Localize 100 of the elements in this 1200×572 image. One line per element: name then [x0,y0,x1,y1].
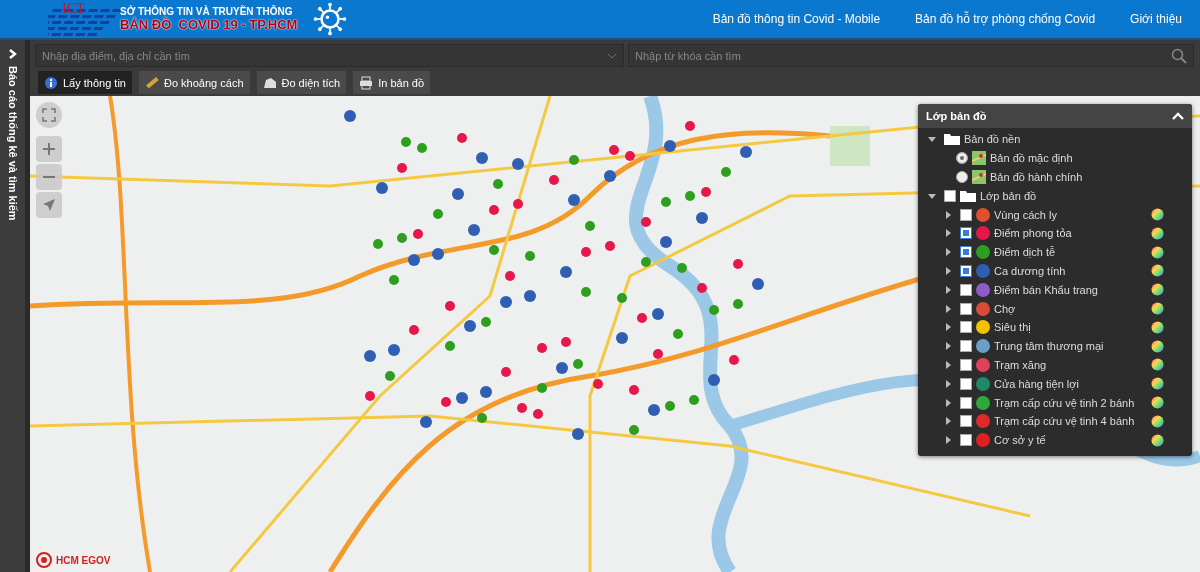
epidemic-marker-icon[interactable] [569,155,579,165]
lockdown-marker-icon[interactable] [549,175,559,185]
lockdown-marker-icon[interactable] [653,349,663,359]
epidemic-marker-icon[interactable] [641,257,651,267]
locate-button[interactable] [36,192,62,218]
toolbar-button[interactable]: In bản đồ [353,71,431,94]
epidemic-marker-icon[interactable] [433,209,443,219]
color-wheel-icon[interactable] [1151,377,1164,391]
positive-case-marker-icon[interactable] [664,140,676,152]
expand-toggle-icon[interactable] [944,266,952,275]
nav-link[interactable]: Bản đồ thông tin Covid - Mobile [712,12,881,26]
checkbox[interactable] [960,208,972,221]
positive-case-marker-icon[interactable] [480,386,492,398]
positive-case-marker-icon[interactable] [708,374,720,386]
checkbox[interactable] [960,377,972,390]
color-wheel-icon[interactable] [1151,208,1164,222]
checkbox[interactable] [960,358,972,371]
epidemic-marker-icon[interactable] [661,197,671,207]
color-wheel-icon[interactable] [1151,302,1164,316]
lockdown-marker-icon[interactable] [513,199,523,209]
positive-case-marker-icon[interactable] [408,254,420,266]
zoom-in-button[interactable] [36,136,62,162]
positive-case-marker-icon[interactable] [616,332,628,344]
collapse-icon[interactable] [1172,112,1184,120]
keyword-search-box[interactable]: Nhập từ khóa cần tìm [628,44,1194,67]
epidemic-marker-icon[interactable] [689,395,699,405]
radio-button[interactable] [956,152,968,165]
epidemic-marker-icon[interactable] [585,221,595,231]
expand-toggle-icon[interactable] [944,417,952,426]
epidemic-marker-icon[interactable] [581,287,591,297]
color-wheel-icon[interactable] [1151,396,1164,410]
epidemic-marker-icon[interactable] [665,401,675,411]
epidemic-marker-icon[interactable] [677,263,687,273]
lockdown-marker-icon[interactable] [581,247,591,257]
lockdown-marker-icon[interactable] [445,301,455,311]
positive-case-marker-icon[interactable] [568,194,580,206]
color-wheel-icon[interactable] [1151,358,1164,372]
positive-case-marker-icon[interactable] [604,170,616,182]
lockdown-marker-icon[interactable] [517,403,527,413]
radio-button[interactable] [956,171,968,183]
lockdown-marker-icon[interactable] [637,313,647,323]
address-search-box[interactable]: Nhập địa điểm, địa chỉ cần tìm [35,44,624,67]
address-search-field[interactable]: Nhập địa điểm, địa chỉ cần tìm [42,49,601,62]
lockdown-marker-icon[interactable] [609,145,619,155]
epidemic-marker-icon[interactable] [493,179,503,189]
positive-case-marker-icon[interactable] [696,212,708,224]
epidemic-marker-icon[interactable] [477,413,487,423]
expand-toggle-icon[interactable] [944,342,952,351]
lockdown-marker-icon[interactable] [397,163,407,173]
positive-case-marker-icon[interactable] [512,158,524,170]
expand-toggle-icon[interactable] [944,436,952,445]
epidemic-marker-icon[interactable] [385,371,395,381]
lockdown-marker-icon[interactable] [593,379,603,389]
positive-case-marker-icon[interactable] [476,152,488,164]
expand-toggle-icon[interactable] [944,229,952,238]
checkbox[interactable] [960,246,972,259]
checkbox[interactable] [960,264,972,277]
positive-case-marker-icon[interactable] [752,278,764,290]
expand-toggle-icon[interactable] [944,285,952,294]
lockdown-marker-icon[interactable] [365,391,375,401]
positive-case-marker-icon[interactable] [560,266,572,278]
positive-case-marker-icon[interactable] [500,296,512,308]
lockdown-marker-icon[interactable] [641,217,651,227]
lockdown-marker-icon[interactable] [701,187,711,197]
lockdown-marker-icon[interactable] [629,385,639,395]
color-wheel-icon[interactable] [1151,433,1164,447]
checkbox[interactable] [960,434,972,447]
positive-case-marker-icon[interactable] [376,182,388,194]
positive-case-marker-icon[interactable] [524,290,536,302]
checkbox[interactable] [944,189,956,202]
epidemic-marker-icon[interactable] [617,293,627,303]
expand-toggle-icon[interactable] [944,323,952,332]
side-panel-tab[interactable]: Báo cáo thống kê và tìm kiếm [0,40,30,572]
keyword-search-field[interactable]: Nhập từ khóa cần tìm [635,49,1165,62]
positive-case-marker-icon[interactable] [420,416,432,428]
lockdown-marker-icon[interactable] [457,133,467,143]
epidemic-marker-icon[interactable] [489,245,499,255]
positive-case-marker-icon[interactable] [388,344,400,356]
epidemic-marker-icon[interactable] [525,251,535,261]
epidemic-marker-icon[interactable] [673,329,683,339]
epidemic-marker-icon[interactable] [417,143,427,153]
lockdown-marker-icon[interactable] [625,151,635,161]
lockdown-marker-icon[interactable] [413,229,423,239]
positive-case-marker-icon[interactable] [648,404,660,416]
positive-case-marker-icon[interactable] [740,146,752,158]
color-wheel-icon[interactable] [1151,245,1164,259]
expand-toggle-icon[interactable] [944,360,952,369]
lockdown-marker-icon[interactable] [697,283,707,293]
toolbar-button[interactable]: Đo khoảng cách [139,71,250,94]
lockdown-marker-icon[interactable] [489,205,499,215]
positive-case-marker-icon[interactable] [452,188,464,200]
checkbox[interactable] [960,340,972,353]
epidemic-marker-icon[interactable] [445,341,455,351]
positive-case-marker-icon[interactable] [468,224,480,236]
checkbox[interactable] [960,396,972,409]
lockdown-marker-icon[interactable] [561,337,571,347]
color-wheel-icon[interactable] [1151,283,1164,297]
positive-case-marker-icon[interactable] [556,362,568,374]
positive-case-marker-icon[interactable] [660,236,672,248]
lockdown-marker-icon[interactable] [685,121,695,131]
